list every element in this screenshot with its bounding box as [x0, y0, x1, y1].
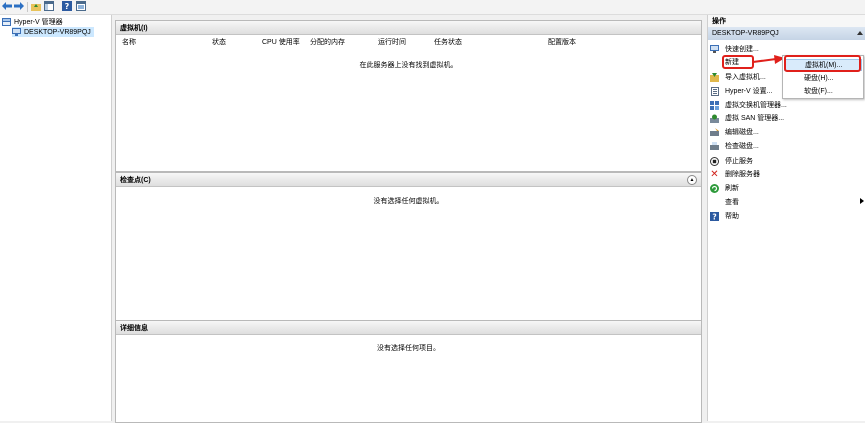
actions-server-label: DESKTOP-VR89PQJ	[712, 30, 779, 37]
help-icon[interactable]: ?	[62, 1, 72, 11]
action-edit-disk[interactable]: 编辑磁盘...	[710, 126, 759, 138]
tree-item-hyperv-manager[interactable]: Hyper-V 管理器	[2, 17, 63, 27]
action-label: 停止服务	[725, 158, 753, 165]
edit-disk-icon	[710, 128, 719, 137]
toolbar-separator	[27, 2, 28, 12]
stop-icon	[710, 156, 719, 166]
action-inspect-disk[interactable]: 检查磁盘...	[710, 140, 759, 152]
action-hyperv-settings[interactable]: Hyper-V 设置...	[710, 85, 772, 97]
virtual-machines-pane: 虚拟机(I) 名称 状态 CPU 使用率 分配的内存 运行时间 任务状态 配置版…	[115, 20, 702, 172]
tree-item-server[interactable]: DESKTOP-VR89PQJ	[12, 27, 94, 37]
checkpoints-pane: 检查点(C) ▲ 没有选择任何虚拟机。	[115, 172, 702, 333]
column-header-state[interactable]: 状态	[212, 37, 226, 47]
collapse-icon[interactable]: ▲	[687, 175, 697, 185]
action-label: 快速创建...	[725, 46, 759, 53]
forward-icon[interactable]	[14, 1, 24, 11]
menu-item-hard-disk[interactable]: 硬盘(H)...	[784, 72, 862, 84]
pane-header: 检查点(C) ▲	[116, 173, 701, 187]
show-hide-tree-icon[interactable]	[44, 1, 54, 11]
tree-item-label: DESKTOP-VR89PQJ	[24, 28, 91, 36]
pointer-arrow-icon	[752, 55, 785, 64]
san-icon	[710, 114, 719, 123]
collapse-arrow-icon[interactable]	[857, 31, 863, 35]
action-quick-create[interactable]: 快速创建...	[710, 43, 759, 55]
action-view[interactable]: 查看	[710, 196, 739, 208]
help-icon: ?	[710, 211, 719, 221]
navigation-tree: Hyper-V 管理器 DESKTOP-VR89PQJ	[0, 15, 112, 421]
pane-header: 详细信息	[116, 321, 701, 335]
inspect-disk-icon	[710, 142, 719, 151]
action-label: 检查磁盘...	[725, 143, 759, 150]
action-label: 查看	[725, 199, 739, 206]
virtual-machine-highlight-box	[784, 55, 861, 72]
pane-title: 详细信息	[120, 324, 148, 332]
toolbar: ?	[0, 0, 865, 15]
console-icon[interactable]	[76, 1, 86, 11]
checkpoint-empty-message: 没有选择任何虚拟机。	[373, 198, 444, 205]
hyperv-manager-icon	[2, 18, 11, 26]
column-header-config-version[interactable]: 配置版本	[548, 37, 576, 47]
action-delete-server[interactable]: ✕ 删除服务器	[710, 168, 760, 180]
details-empty-message: 没有选择任何项目。	[377, 345, 440, 352]
action-help[interactable]: ? 帮助	[710, 210, 739, 222]
action-label: 导入虚拟机...	[725, 74, 766, 81]
action-switch-manager[interactable]: 虚拟交换机管理器...	[710, 99, 787, 111]
view-icon-placeholder	[710, 198, 719, 207]
column-header-uptime[interactable]: 运行时间	[378, 37, 406, 47]
column-header-cpu[interactable]: CPU 使用率	[262, 37, 300, 47]
action-label: 刷新	[725, 185, 739, 192]
delete-icon: ✕	[710, 168, 719, 180]
import-icon	[710, 72, 719, 82]
action-label: 虚拟交换机管理器...	[725, 102, 787, 109]
up-folder-icon[interactable]	[31, 1, 41, 11]
pane-title: 虚拟机(I)	[120, 24, 148, 32]
new-highlight-box	[722, 55, 754, 69]
action-import-vm[interactable]: 导入虚拟机...	[710, 71, 766, 83]
switch-icon	[710, 100, 719, 110]
action-refresh[interactable]: 刷新	[710, 182, 739, 194]
column-header-name[interactable]: 名称	[122, 37, 136, 47]
details-pane: 详细信息 没有选择任何项目。	[115, 320, 702, 423]
menu-item-floppy-disk[interactable]: 软盘(F)...	[784, 85, 862, 97]
action-label: 帮助	[725, 213, 739, 220]
refresh-icon	[710, 183, 719, 193]
pane-title: 检查点(C)	[120, 176, 151, 184]
column-header-memory[interactable]: 分配的内存	[310, 37, 345, 47]
action-label: Hyper-V 设置...	[725, 88, 773, 95]
action-label: 编辑磁盘...	[725, 129, 759, 136]
actions-server-header[interactable]: DESKTOP-VR89PQJ	[708, 27, 865, 40]
action-label: 虚拟 SAN 管理器...	[725, 115, 785, 122]
svg-text:?: ?	[65, 2, 70, 11]
action-stop-service[interactable]: 停止服务	[710, 155, 753, 167]
menu-item-label: 硬盘(H)...	[804, 75, 834, 82]
action-label: 删除服务器	[725, 171, 760, 178]
vm-empty-message: 在此服务器上没有找到虚拟机。	[359, 62, 458, 69]
actions-title: 操作	[708, 15, 865, 27]
svg-text:?: ?	[712, 212, 716, 221]
column-header-task-status[interactable]: 任务状态	[434, 37, 462, 47]
settings-icon	[710, 86, 719, 96]
new-icon-placeholder	[710, 58, 719, 67]
quick-create-icon	[710, 45, 719, 54]
menu-item-label: 软盘(F)...	[804, 88, 833, 95]
column-headers: 名称 状态 CPU 使用率 分配的内存 运行时间 任务状态 配置版本	[116, 35, 701, 46]
tree-item-label: Hyper-V 管理器	[14, 19, 63, 26]
center-panel: 虚拟机(I) 名称 状态 CPU 使用率 分配的内存 运行时间 任务状态 配置版…	[115, 15, 702, 423]
back-icon[interactable]	[2, 1, 12, 11]
pane-header: 虚拟机(I)	[116, 21, 701, 35]
server-icon	[12, 28, 21, 36]
action-san-manager[interactable]: 虚拟 SAN 管理器...	[710, 112, 784, 124]
view-submenu-arrow-icon[interactable]	[860, 198, 864, 204]
